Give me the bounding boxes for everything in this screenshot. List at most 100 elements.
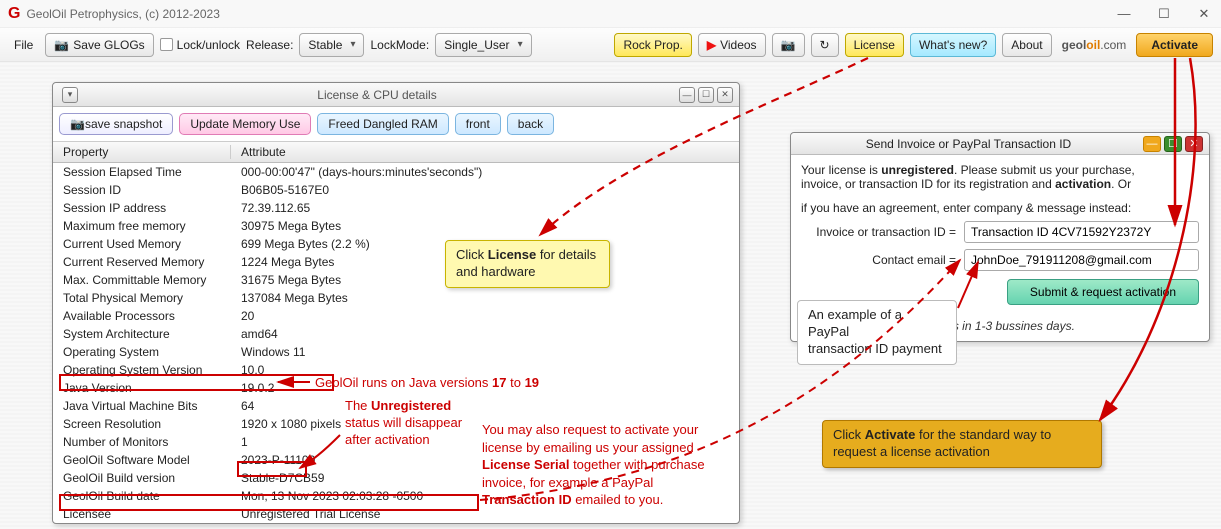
panel-menu-icon[interactable]: ▾ xyxy=(62,87,78,103)
send-minimize-icon[interactable]: — xyxy=(1143,136,1161,152)
cell-attribute: 20 xyxy=(231,309,739,323)
window-close-icon[interactable]: ✕ xyxy=(1195,6,1213,22)
annot-java-note: GeolOil runs on Java versions 17 to 19 xyxy=(315,375,539,390)
cell-property: Total Physical Memory xyxy=(53,291,231,305)
table-row: Total Physical Memory137084 Mega Bytes xyxy=(53,289,739,307)
whats-new-button[interactable]: What's new? xyxy=(910,33,996,57)
cell-property: Java Virtual Machine Bits xyxy=(53,399,231,413)
panel-maximize-icon[interactable]: ☐ xyxy=(698,87,714,103)
table-row: Available Processors20 xyxy=(53,307,739,325)
callout-click-license: Click License for details and hardware xyxy=(445,240,610,288)
snapshot-label: save snapshot xyxy=(85,117,162,131)
cell-attribute: Windows 11 xyxy=(231,345,739,359)
refresh-icon: ↻ xyxy=(820,38,830,52)
license-panel-header: ▾ License & CPU details — ☐ ✕ xyxy=(53,83,739,107)
cell-attribute: B06B05-5167E0 xyxy=(231,183,739,197)
table-row: System Architectureamd64 xyxy=(53,325,739,343)
send-text-line3: if you have an agreement, enter company … xyxy=(801,201,1199,215)
license-panel-toolbar: 📷 save snapshot Update Memory Use Freed … xyxy=(53,107,739,141)
cell-property: Number of Monitors xyxy=(53,435,231,449)
cell-attribute: 30975 Mega Bytes xyxy=(231,219,739,233)
cell-property: GeolOil Software Model xyxy=(53,453,231,467)
table-row: Max. Committable Memory31675 Mega Bytes xyxy=(53,271,739,289)
freed-ram-button[interactable]: Freed Dangled RAM xyxy=(317,113,448,135)
cell-attribute: 000-00:00'47" (days-hours:minutes'second… xyxy=(231,165,739,179)
camera-icon: 📷 xyxy=(54,38,69,52)
cell-property: Session Elapsed Time xyxy=(53,165,231,179)
release-value: Stable xyxy=(308,38,342,52)
table-row: Session IP address72.39.112.65 xyxy=(53,199,739,217)
update-memory-button[interactable]: Update Memory Use xyxy=(179,113,311,135)
videos-button[interactable]: ▶ Videos xyxy=(698,33,766,57)
cell-property: Current Used Memory xyxy=(53,237,231,251)
license-button[interactable]: License xyxy=(845,33,904,57)
annot-email-serial: You may also request to activate your li… xyxy=(482,421,737,509)
cell-property: Session IP address xyxy=(53,201,231,215)
about-button[interactable]: About xyxy=(1002,33,1051,57)
invoice-id-input[interactable] xyxy=(964,221,1199,243)
cell-property: Max. Committable Memory xyxy=(53,273,231,287)
col-property: Property xyxy=(53,145,231,159)
cell-attribute: 72.39.112.65 xyxy=(231,201,739,215)
table-row: Current Reserved Memory1224 Mega Bytes xyxy=(53,253,739,271)
cell-property: Operating System xyxy=(53,345,231,359)
app-logo-icon: G xyxy=(8,5,20,23)
activate-button[interactable]: Activate xyxy=(1136,33,1213,57)
send-text-line1: Your license is unregistered. Please sub… xyxy=(801,163,1199,177)
titlebar: G GeolOil Petrophysics, (c) 2012-2023 — … xyxy=(0,0,1221,28)
cell-property: GeolOil Build version xyxy=(53,471,231,485)
send-panel-title: Send Invoice or PayPal Transaction ID xyxy=(797,137,1140,151)
contact-email-input[interactable] xyxy=(964,249,1199,271)
send-panel-header: Send Invoice or PayPal Transaction ID — … xyxy=(791,133,1209,155)
send-text-line2: invoice, or transaction ID for its regis… xyxy=(801,177,1199,191)
lockmode-value: Single_User xyxy=(444,38,509,52)
back-button[interactable]: back xyxy=(507,113,554,135)
lock-unlock-group[interactable]: Lock/unlock xyxy=(160,38,240,52)
release-label: Release: xyxy=(246,38,293,52)
brand-part3: .com xyxy=(1100,38,1126,52)
cell-property: Session ID xyxy=(53,183,231,197)
cell-property: Screen Resolution xyxy=(53,417,231,431)
send-close-icon[interactable]: ✕ xyxy=(1185,136,1203,152)
annot-unregistered: The Unregistered status will disappear a… xyxy=(345,398,475,449)
lock-unlock-label: Lock/unlock xyxy=(177,38,240,52)
license-panel-title: License & CPU details xyxy=(78,88,676,102)
brand-part2: oil xyxy=(1086,38,1100,52)
panel-minimize-icon[interactable]: — xyxy=(679,87,695,103)
highlight-license-serial xyxy=(59,494,479,511)
brand-logo[interactable]: geoloil.com xyxy=(1058,38,1131,52)
lockmode-label: LockMode: xyxy=(370,38,429,52)
window-minimize-icon[interactable]: — xyxy=(1115,6,1133,22)
license-table-header: Property Attribute xyxy=(53,141,739,163)
menu-file[interactable]: File xyxy=(8,38,39,52)
front-button[interactable]: front xyxy=(455,113,501,135)
rock-prop-button[interactable]: Rock Prop. xyxy=(614,33,691,57)
callout-click-activate: Click Activate for the standard way to r… xyxy=(822,420,1102,468)
save-glogs-button[interactable]: 📷 Save GLOGs xyxy=(45,33,153,57)
cell-property: System Architecture xyxy=(53,327,231,341)
submit-activation-button[interactable]: Submit & request activation xyxy=(1007,279,1199,305)
table-row: Current Used Memory699 Mega Bytes (2.2 %… xyxy=(53,235,739,253)
lockmode-select[interactable]: Single_User xyxy=(435,33,531,57)
save-glogs-label: Save GLOGs xyxy=(73,38,144,52)
release-select[interactable]: Stable xyxy=(299,33,364,57)
callout-paypal-example: An example of a PayPal transaction ID pa… xyxy=(797,300,957,365)
main-toolbar: File 📷 Save GLOGs Lock/unlock Release: S… xyxy=(0,28,1221,62)
cell-property: Available Processors xyxy=(53,309,231,323)
window-maximize-icon[interactable]: ☐ xyxy=(1155,6,1173,22)
camera-button[interactable]: 📷 xyxy=(772,33,805,57)
panel-close-icon[interactable]: ✕ xyxy=(717,87,733,103)
invoice-id-label: Invoice or transaction ID = xyxy=(801,225,956,239)
lock-unlock-checkbox[interactable] xyxy=(160,38,173,51)
cell-property: Maximum free memory xyxy=(53,219,231,233)
refresh-button[interactable]: ↻ xyxy=(811,33,839,57)
cell-property: Current Reserved Memory xyxy=(53,255,231,269)
highlight-unregistered xyxy=(237,461,307,477)
window-title: GeolOil Petrophysics, (c) 2012-2023 xyxy=(26,7,219,21)
save-snapshot-button[interactable]: 📷 save snapshot xyxy=(59,113,173,135)
brand-part1: geol xyxy=(1062,38,1087,52)
highlight-java-version xyxy=(59,374,334,391)
send-maximize-icon[interactable]: ☐ xyxy=(1164,136,1182,152)
col-attribute: Attribute xyxy=(231,145,739,159)
table-row: Session IDB06B05-5167E0 xyxy=(53,181,739,199)
